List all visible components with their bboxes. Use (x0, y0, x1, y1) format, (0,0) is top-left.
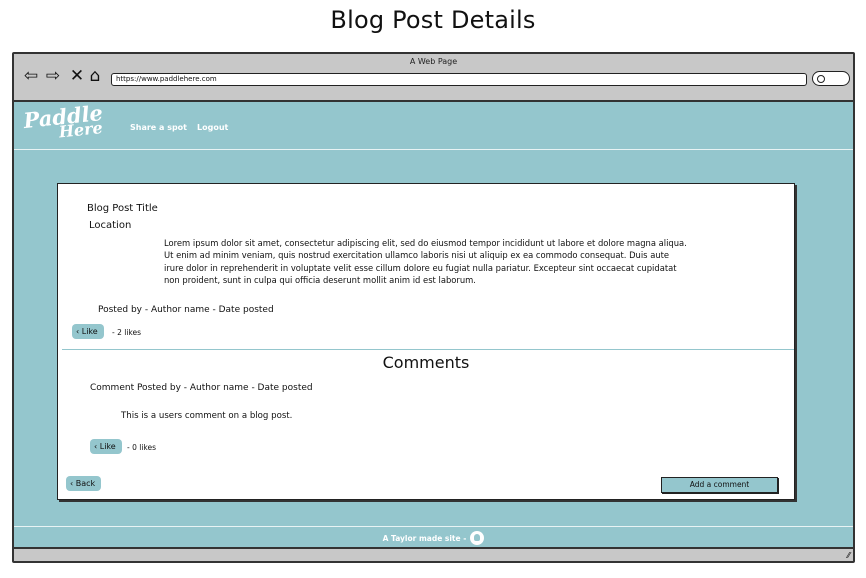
chevron-left-icon: ‹ (76, 327, 80, 336)
comment-like-button[interactable]: ‹ Like (90, 439, 122, 454)
post-body: Lorem ipsum dolor sit amet, consectetur … (164, 238, 687, 286)
post-location: Location (89, 220, 132, 231)
post-like-button[interactable]: ‹ Like (72, 324, 104, 339)
like-label: Like (99, 442, 116, 451)
github-icon[interactable] (470, 531, 485, 545)
post-meta: Posted by - Author name - Date posted (98, 305, 274, 315)
search-icon (817, 75, 825, 83)
page-title: Blog Post Details (330, 6, 536, 34)
status-bar: ⁄⁄ (14, 547, 853, 561)
chevron-left-icon: ‹ (70, 479, 74, 488)
add-comment-button[interactable]: Add a comment (661, 477, 778, 493)
forward-arrow-icon[interactable]: ⇨ (44, 67, 62, 85)
nav-link-logout[interactable]: Logout (197, 123, 228, 132)
chevron-left-icon: ‹ (94, 442, 98, 451)
home-icon[interactable]: ⌂ (86, 67, 104, 85)
comment-text: This is a users comment on a blog post. (121, 411, 293, 421)
logo-line-2: Here (57, 118, 104, 142)
site-footer: A Taylor made site - (14, 526, 853, 549)
back-label: Back (75, 479, 96, 488)
post-like-count: - 2 likes (112, 328, 142, 337)
back-arrow-icon[interactable]: ⇦ (22, 67, 40, 85)
post-title: Blog Post Title (87, 203, 158, 214)
divider (62, 349, 794, 350)
paddle-here-logo[interactable]: Paddle Here (22, 100, 105, 144)
blog-post-card: Blog Post Title Location Lorem ipsum dol… (57, 183, 795, 500)
resize-grip-icon[interactable]: ⁄⁄ (847, 552, 850, 560)
browser-window: A Web Page ⇦ ⇨ ✕ ⌂ https://www.paddleher… (12, 52, 855, 563)
footer-text: A Taylor made site - (382, 533, 467, 543)
site-navbar: Paddle Here Share a spot Logout (14, 100, 853, 150)
comment-meta: Comment Posted by - Author name - Date p… (90, 383, 313, 393)
url-bar[interactable]: https://www.paddlehere.com (111, 73, 807, 86)
comment-like-count: - 0 likes (127, 443, 157, 452)
nav-link-share-a-spot[interactable]: Share a spot (130, 123, 187, 132)
search-box[interactable] (812, 71, 850, 86)
like-label: Like (81, 327, 98, 336)
window-title: A Web Page (409, 57, 458, 66)
back-button[interactable]: ‹ Back (66, 476, 102, 491)
comments-heading: Comments (382, 353, 470, 372)
browser-chrome: A Web Page ⇦ ⇨ ✕ ⌂ https://www.paddleher… (14, 54, 853, 102)
close-x-icon[interactable]: ✕ (68, 67, 86, 85)
